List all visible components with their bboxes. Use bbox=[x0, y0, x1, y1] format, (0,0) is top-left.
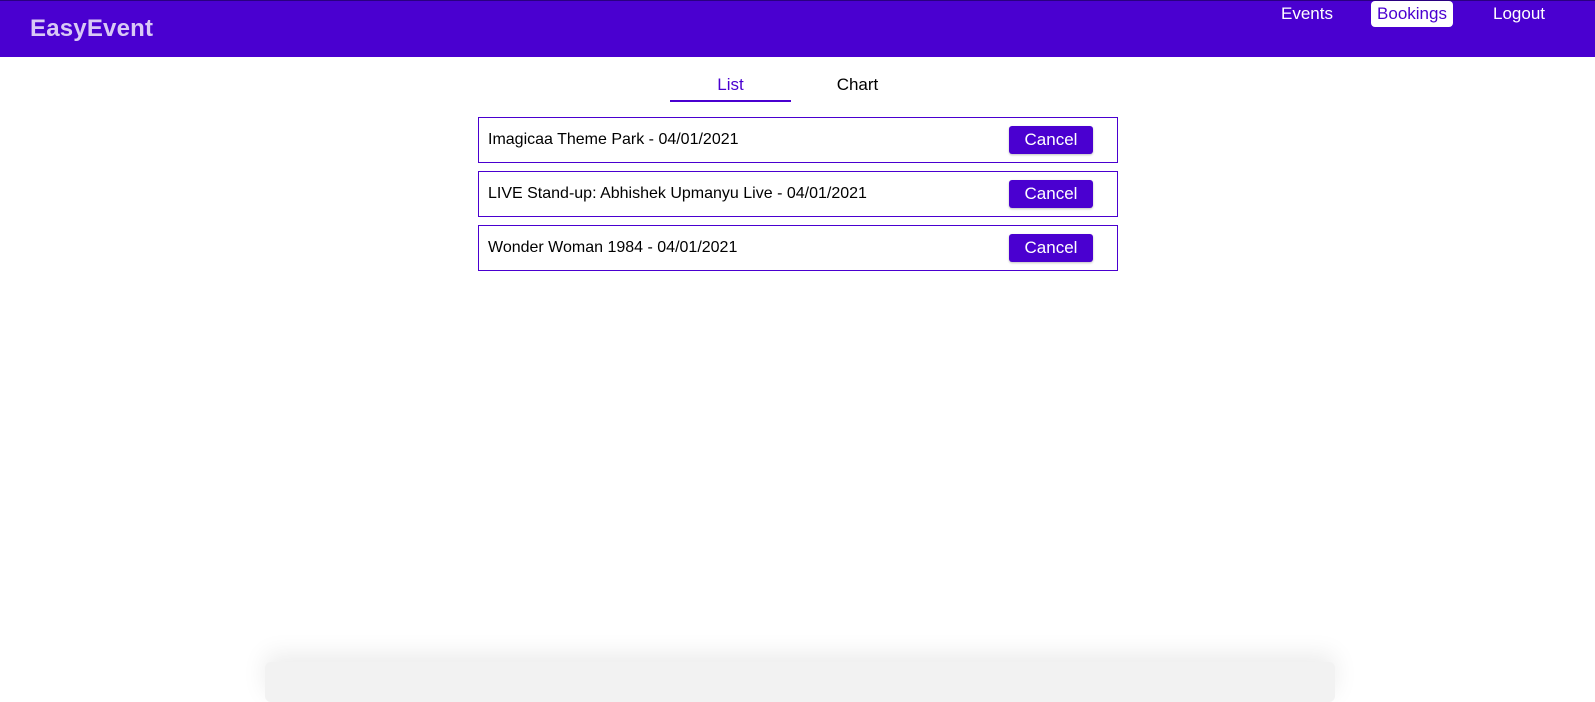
booking-item: Wonder Woman 1984 - 04/01/2021 Cancel bbox=[478, 225, 1118, 271]
tab-list[interactable]: List bbox=[670, 74, 791, 102]
bookings-view-tabs: List Chart bbox=[670, 74, 925, 102]
booking-item-label: Wonder Woman 1984 - 04/01/2021 bbox=[488, 239, 738, 256]
app-logo[interactable]: EasyEvent bbox=[30, 15, 153, 43]
nav-bookings-link[interactable]: Bookings bbox=[1371, 1, 1453, 27]
booking-item: Imagicaa Theme Park - 04/01/2021 Cancel bbox=[478, 117, 1118, 163]
cancel-booking-button[interactable]: Cancel bbox=[1009, 234, 1093, 262]
cancel-booking-button[interactable]: Cancel bbox=[1009, 180, 1093, 208]
nav-logout-button[interactable]: Logout bbox=[1492, 1, 1546, 27]
booking-item: LIVE Stand-up: Abhishek Upmanyu Live - 0… bbox=[478, 171, 1118, 217]
bottom-panel-shadow bbox=[265, 662, 1335, 702]
top-navbar: EasyEvent Events Bookings Logout bbox=[0, 0, 1595, 57]
cancel-booking-button[interactable]: Cancel bbox=[1009, 126, 1093, 154]
booking-item-label: Imagicaa Theme Park - 04/01/2021 bbox=[488, 131, 739, 148]
nav-events-link[interactable]: Events bbox=[1281, 1, 1333, 27]
tab-chart[interactable]: Chart bbox=[797, 74, 918, 102]
booking-item-label: LIVE Stand-up: Abhishek Upmanyu Live - 0… bbox=[488, 185, 867, 202]
